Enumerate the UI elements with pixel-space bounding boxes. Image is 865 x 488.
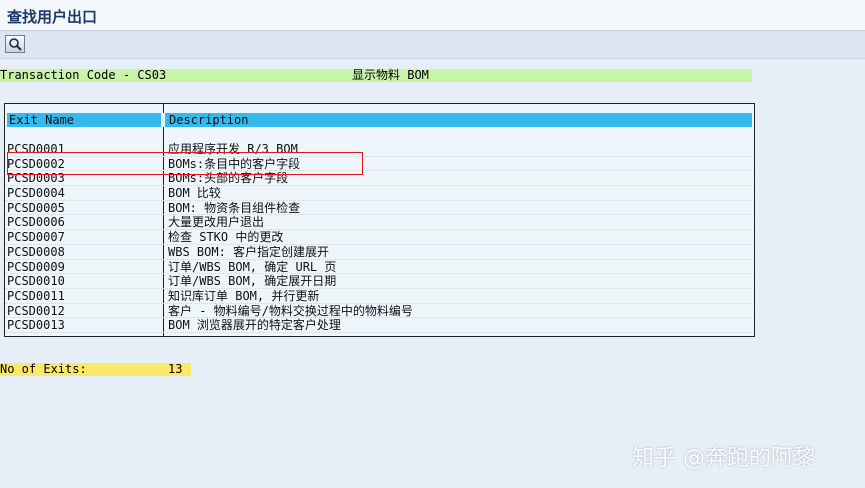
column-header-exit-name[interactable]: Exit Name bbox=[9, 113, 74, 127]
transaction-description: 显示物料 BOM bbox=[352, 68, 429, 82]
table-row[interactable]: PCSD0004 BOM 比较 bbox=[5, 186, 754, 201]
description-cell: BOM 比较 bbox=[168, 186, 221, 201]
table-row[interactable]: PCSD0013 BOM 浏览器展开的特定客户处理 bbox=[5, 318, 754, 333]
exit-count-value: 13 bbox=[168, 362, 183, 376]
table-row[interactable]: PCSD0007 检查 STKO 中的更改 bbox=[5, 230, 754, 245]
exit-name-cell[interactable]: PCSD0005 bbox=[7, 201, 65, 216]
transaction-code: Transaction Code - CS03 bbox=[0, 68, 167, 82]
window-title: 查找用户出口 bbox=[7, 8, 98, 26]
description-cell: WBS BOM: 客户指定创建展开 bbox=[168, 244, 330, 259]
highlight-box bbox=[7, 152, 363, 175]
exit-name-cell[interactable]: PCSD0006 bbox=[7, 215, 65, 230]
exit-table: Exit Name Description PCSD0001 应用程序开发 R/3… bbox=[4, 103, 755, 337]
exit-count-label: No of Exits: bbox=[0, 362, 87, 376]
exit-name-cell[interactable]: PCSD0004 bbox=[7, 186, 65, 201]
exit-name-cell[interactable]: PCSD0012 bbox=[7, 304, 65, 319]
description-cell: 大量更改用户退出 bbox=[168, 215, 265, 230]
description-cell: 检查 STKO 中的更改 bbox=[168, 230, 284, 245]
description-cell: BOM: 物资条目组件检查 bbox=[168, 200, 301, 215]
description-cell: BOM 浏览器展开的特定客户处理 bbox=[168, 318, 341, 333]
transaction-line: Transaction Code - CS03 显示物料 BOM bbox=[0, 69, 752, 82]
exit-name-cell[interactable]: PCSD0010 bbox=[7, 274, 65, 289]
table-row[interactable]: PCSD0010 订单/WBS BOM, 确定展开日期 bbox=[5, 274, 754, 289]
watermark: 知乎 @奔跑的阿黎 bbox=[632, 446, 815, 471]
table-row[interactable]: PCSD0012 客户 - 物料编号/物料交换过程中的物料编号 bbox=[5, 304, 754, 319]
exit-name-cell[interactable]: PCSD0007 bbox=[7, 230, 65, 245]
description-cell: 知识库订单 BOM, 并行更新 bbox=[168, 288, 320, 303]
description-cell: 客户 - 物料编号/物料交换过程中的物料编号 bbox=[168, 303, 413, 318]
table-header: Exit Name Description bbox=[7, 113, 752, 127]
exit-name-cell[interactable]: PCSD0008 bbox=[7, 245, 65, 260]
table-row[interactable]: PCSD0008 WBS BOM: 客户指定创建展开 bbox=[5, 245, 754, 260]
exit-name-cell[interactable]: PCSD0009 bbox=[7, 260, 65, 275]
column-header-description[interactable]: Description bbox=[169, 113, 248, 127]
exit-count-bar: No of Exits: 13 bbox=[0, 363, 191, 376]
header-separator bbox=[161, 113, 165, 127]
description-cell: 订单/WBS BOM, 确定 URL 页 bbox=[168, 259, 337, 274]
description-cell: 订单/WBS BOM, 确定展开日期 bbox=[168, 274, 337, 289]
zoom-button[interactable] bbox=[5, 35, 25, 53]
table-row[interactable]: PCSD0005 BOM: 物资条目组件检查 bbox=[5, 201, 754, 216]
exit-name-cell[interactable]: PCSD0013 bbox=[7, 318, 65, 333]
title-bar: 查找用户出口 bbox=[0, 0, 865, 31]
table-row[interactable]: PCSD0009 订单/WBS BOM, 确定 URL 页 bbox=[5, 260, 754, 275]
exit-name-cell[interactable]: PCSD0011 bbox=[7, 289, 65, 304]
toolbar bbox=[0, 31, 865, 59]
table-row[interactable]: PCSD0006 大量更改用户退出 bbox=[5, 215, 754, 231]
table-row[interactable]: PCSD0011 知识库订单 BOM, 并行更新 bbox=[5, 289, 754, 304]
